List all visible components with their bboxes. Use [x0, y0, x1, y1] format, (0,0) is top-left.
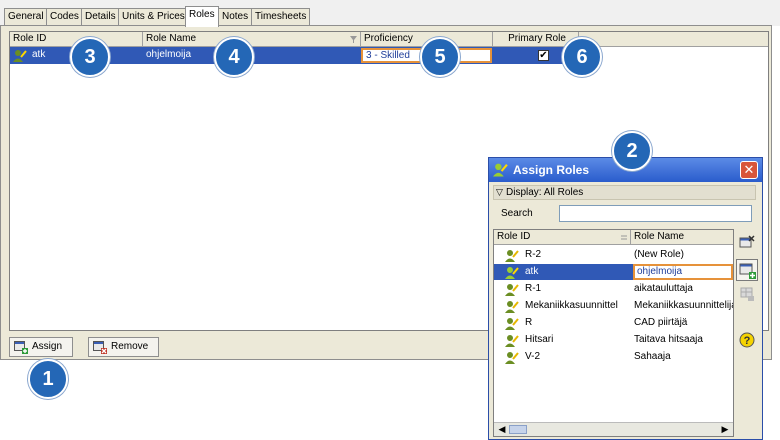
- remove-icon: [93, 341, 107, 354]
- role-icon: [505, 318, 519, 330]
- callout-badge-4: 4: [214, 37, 254, 77]
- list-item-role-name: Taitava hitsaaja: [634, 334, 703, 345]
- sort-icon: [621, 235, 627, 240]
- assign-button-label: Assign: [32, 341, 63, 352]
- assign-selected-button[interactable]: [736, 259, 758, 281]
- close-icon: ✕: [743, 162, 755, 177]
- roles-list: Role ID Role Name R-2 (New Role) atk ohj…: [493, 229, 734, 437]
- role-icon: [505, 352, 519, 364]
- assign-icon: [14, 341, 28, 354]
- callout-badge-6: 6: [562, 37, 602, 77]
- list-item-role-id: R-2: [525, 249, 542, 260]
- horizontal-scrollbar[interactable]: ◀ ▶: [494, 422, 733, 436]
- assign-roles-dialog: Assign Roles ✕ ▽ Display: All Roles Sear…: [488, 157, 763, 440]
- tab-timesheets[interactable]: Timesheets: [251, 8, 311, 26]
- help-icon[interactable]: ?: [738, 331, 756, 349]
- tab-general[interactable]: General: [4, 8, 48, 26]
- primary-role-checkbox[interactable]: ✔: [538, 50, 549, 61]
- display-filter-bar[interactable]: ▽ Display: All Roles: [493, 185, 756, 200]
- column-header-role-name[interactable]: Role Name: [143, 32, 361, 47]
- display-filter-label: Display: All Roles: [506, 187, 584, 198]
- role-icon: [505, 335, 519, 347]
- callout-badge-5: 5: [420, 37, 460, 77]
- close-button[interactable]: ✕: [740, 161, 758, 179]
- cell-role-id: atk: [32, 49, 46, 60]
- role-icon: [493, 163, 508, 177]
- list-item-role-name: aikatauluttaja: [634, 283, 693, 294]
- svg-text:?: ?: [744, 335, 751, 347]
- assign-button[interactable]: Assign: [9, 337, 74, 357]
- callout-badge-1: 1: [28, 359, 68, 399]
- list-item-role-id: R-1: [525, 283, 542, 294]
- chevron-down-icon: ▽: [496, 187, 503, 197]
- tab-codes[interactable]: Codes: [46, 8, 83, 26]
- list-item-role-id: Hitsari: [525, 334, 554, 345]
- role-icon: [505, 250, 519, 262]
- list-item-role-name[interactable]: ohjelmoija: [633, 264, 733, 280]
- list-item-role-name: CAD piirtäjä: [634, 317, 688, 328]
- role-icon: [13, 50, 27, 62]
- assign-icon: [739, 263, 756, 279]
- list-item-role-id: atk: [525, 266, 539, 277]
- search-input[interactable]: [559, 205, 752, 222]
- dialog-title: Assign Roles: [513, 163, 590, 177]
- list-item-selected[interactable]: atk ohjelmoija: [494, 264, 733, 280]
- list-item-role-id: R: [525, 317, 533, 328]
- callout-badge-2: 2: [612, 131, 652, 171]
- search-label: Search: [501, 208, 533, 219]
- scroll-right-icon[interactable]: ▶: [719, 424, 731, 435]
- list-item[interactable]: R-2 (New Role): [494, 247, 733, 263]
- list-item-role-id: Mekaniikkasuunnittel: [525, 300, 618, 311]
- filter-icon: [350, 36, 357, 43]
- callout-badge-3: 3: [70, 37, 110, 77]
- column-header-role-id-label: Role ID: [497, 231, 531, 242]
- role-icon: [505, 267, 519, 279]
- list-item[interactable]: Hitsari Taitava hitsaaja: [494, 332, 733, 348]
- cell-role-name: ohjelmoija: [146, 49, 192, 60]
- remove-button[interactable]: Remove: [88, 337, 160, 357]
- remove-all-icon[interactable]: [738, 234, 756, 252]
- grid-header: Role ID Role Name Proficiency Primary Ro…: [10, 32, 768, 47]
- list-item-role-name: Sahaaja: [634, 351, 671, 362]
- tab-roles[interactable]: Roles: [185, 6, 219, 27]
- scroll-left-icon[interactable]: ◀: [496, 424, 508, 435]
- list-item-role-name: (New Role): [634, 249, 685, 260]
- role-icon: [505, 301, 519, 313]
- list-item[interactable]: R-1 aikatauluttaja: [494, 281, 733, 297]
- tab-bar: General Codes Details Units & Prices Rol…: [0, 0, 780, 27]
- grid-settings-icon[interactable]: [738, 285, 756, 303]
- column-header-role-name-label: Role Name: [146, 33, 197, 44]
- tab-details[interactable]: Details: [81, 8, 120, 26]
- list-item[interactable]: Mekaniikkasuunnittel Mekaniikkasuunnitte…: [494, 298, 733, 314]
- scrollbar-thumb[interactable]: [509, 425, 527, 434]
- column-header-role-id[interactable]: Role ID: [494, 230, 631, 245]
- list-item-role-name: Mekaniikkasuunnittelija: [634, 300, 734, 311]
- remove-button-label: Remove: [111, 341, 149, 352]
- role-icon: [505, 284, 519, 296]
- tab-units-prices[interactable]: Units & Prices: [118, 8, 189, 26]
- column-header-role-name[interactable]: Role Name: [631, 230, 733, 245]
- tab-notes[interactable]: Notes: [218, 8, 253, 26]
- list-item[interactable]: V-2 Sahaaja: [494, 349, 733, 365]
- list-item-role-id: V-2: [525, 351, 541, 362]
- list-item[interactable]: R CAD piirtäjä: [494, 315, 733, 331]
- list-header: Role ID Role Name: [494, 230, 733, 245]
